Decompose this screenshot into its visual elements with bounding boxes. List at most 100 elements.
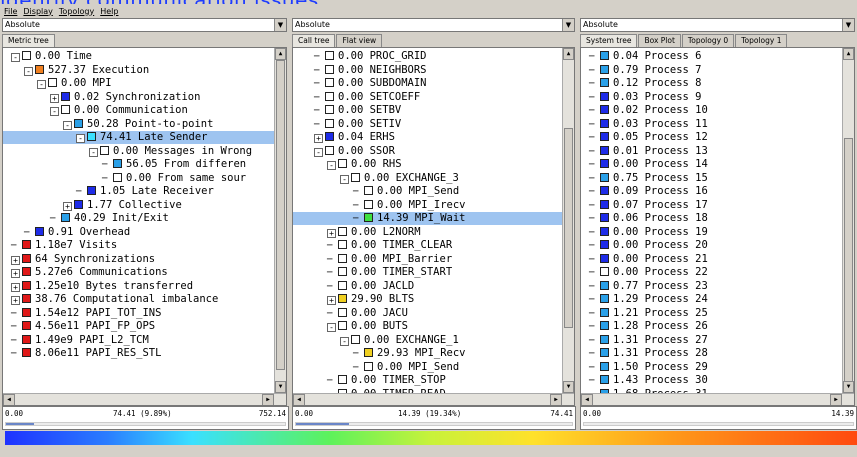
tab-box-plot[interactable]: Box Plot <box>638 34 681 47</box>
tree-row[interactable]: ─ 0.00 JACU <box>327 307 408 320</box>
scroll-left-icon[interactable]: ◀ <box>293 394 305 405</box>
vertical-scrollbar[interactable]: ▲ ▼ <box>274 48 286 393</box>
tree-row[interactable]: +0.00 L2NORM <box>327 226 421 239</box>
collapse-icon[interactable]: - <box>37 80 46 89</box>
tree-row[interactable]: ─ 0.00 SUBDOMAIN <box>314 77 427 90</box>
tree-row[interactable]: ─ 0.01 Process 13 <box>589 145 708 158</box>
tree-row[interactable]: ─ 1.31 Process 27 <box>589 334 708 347</box>
tree-row[interactable]: ─ 0.00 Process 21 <box>589 253 708 266</box>
collapse-icon[interactable]: - <box>327 323 336 332</box>
scroll-up-icon[interactable]: ▲ <box>275 48 286 60</box>
collapse-icon[interactable]: - <box>76 134 85 143</box>
tree-row[interactable]: ─ 1.43 Process 30 <box>589 374 708 387</box>
tree-row[interactable]: +64 Synchronizations <box>11 253 155 266</box>
collapse-icon[interactable]: - <box>340 336 349 346</box>
horizontal-scrollbar[interactable]: ◀ ▶ <box>581 393 854 405</box>
collapse-icon[interactable]: - <box>50 107 59 116</box>
tree-row[interactable]: ─ 0.03 Process 9 <box>589 91 702 104</box>
tree-row[interactable]: ─ 1.50 Process 29 <box>589 361 708 374</box>
tree-row[interactable]: - 50.28 Point-to-point <box>63 118 213 131</box>
tree-row[interactable]: +38.76 Computational imbalance <box>11 293 218 306</box>
tree-row[interactable]: - 0.00 RHS <box>327 158 402 171</box>
scroll-left-icon[interactable]: ◀ <box>3 394 15 405</box>
tree-row[interactable]: ─ 0.12 Process 8 <box>589 77 702 90</box>
vertical-scrollbar[interactable]: ▲ ▼ <box>562 48 574 393</box>
scroll-thumb[interactable] <box>276 60 285 370</box>
tree-row[interactable]: ─ 0.00 From same sour <box>102 172 246 185</box>
tree-row[interactable]: ─ 1.05 Late Receiver <box>76 185 214 198</box>
system-mode-select[interactable]: Absolute ▼ <box>580 18 855 32</box>
menu-display[interactable]: Display <box>23 7 53 16</box>
tree-row[interactable]: ─ 0.00 Process 22 <box>589 266 708 279</box>
tree-row[interactable]: - 0.00 BUTS <box>327 320 408 333</box>
tree-row[interactable]: ─ 0.79 Process 7 <box>589 64 702 77</box>
collapse-icon[interactable]: - <box>327 161 336 170</box>
tree-row[interactable]: +1.25e10 Bytes transferred <box>11 280 193 293</box>
tree-row[interactable]: ─ 1.54e12 PAPI_TOT_INS <box>11 307 161 320</box>
tree-row[interactable]: - 0.00 MPI <box>37 77 112 90</box>
tree-row[interactable]: ─ 0.09 Process 16 <box>589 185 708 198</box>
tree-row[interactable]: ─ 4.56e11 PAPI_FP_OPS <box>11 320 155 333</box>
scroll-up-icon[interactable]: ▲ <box>563 48 574 60</box>
menu-help[interactable]: Help <box>100 7 118 16</box>
tab-topology-1[interactable]: Topology 1 <box>735 34 788 47</box>
tab-metric-tree[interactable]: Metric tree <box>2 34 55 47</box>
tree-row[interactable]: ─ 0.00 SETIV <box>314 118 401 131</box>
tree-row[interactable]: ─ 0.00 Process 14 <box>589 158 708 171</box>
tree-row[interactable]: ─ 0.07 Process 17 <box>589 199 708 212</box>
expand-icon[interactable]: + <box>327 228 336 238</box>
tree-row[interactable]: ─ 0.02 Process 10 <box>589 104 708 117</box>
tree-row[interactable]: - 0.00 Messages in Wrong <box>89 145 252 158</box>
collapse-icon[interactable]: - <box>11 53 20 62</box>
scroll-down-icon[interactable]: ▼ <box>275 381 286 393</box>
collapse-icon[interactable]: - <box>314 147 323 157</box>
tree-row[interactable]: +0.04 ERHS <box>314 131 395 144</box>
expand-icon[interactable]: + <box>11 269 20 278</box>
collapse-icon[interactable]: - <box>340 174 349 184</box>
tree-row[interactable]: ─ 0.00 SETCOEFF <box>314 91 420 104</box>
tab-system-tree[interactable]: System tree <box>580 34 638 47</box>
tree-row[interactable]: ─ 0.00 SETBV <box>314 104 401 117</box>
expand-icon[interactable]: + <box>11 255 20 265</box>
tree-row[interactable]: ─ 0.00 MPI_Send <box>353 361 459 374</box>
scroll-right-icon[interactable]: ▶ <box>262 394 274 405</box>
tree-row[interactable]: +1.77 Collective <box>63 199 182 212</box>
tree-row[interactable]: ─ 56.05 From differen <box>102 158 246 171</box>
tree-row[interactable]: ─ 0.06 Process 18 <box>589 212 708 225</box>
tree-row[interactable]: ─ 1.29 Process 24 <box>589 293 708 306</box>
tree-row[interactable]: ─ 0.00 MPI_Send <box>353 185 459 198</box>
dropdown-arrow-icon[interactable]: ▼ <box>562 19 574 31</box>
tree-row[interactable]: ─ 40.29 Init/Exit <box>50 212 169 225</box>
tree-row[interactable]: ─ 1.18e7 Visits <box>11 239 117 252</box>
tree-row[interactable]: ─ 29.93 MPI_Recv <box>353 347 466 360</box>
tab-call-tree[interactable]: Call tree <box>292 34 336 47</box>
tree-row[interactable]: - 0.00 Communication <box>50 104 188 117</box>
expand-icon[interactable]: + <box>327 296 336 305</box>
tree-row[interactable]: ─ 0.00 JACLD <box>327 280 414 293</box>
tree-row[interactable]: ─ 0.00 TIMER_STOP <box>327 374 446 387</box>
dropdown-arrow-icon[interactable]: ▼ <box>274 19 286 31</box>
tree-row[interactable]: ─ 1.28 Process 26 <box>589 320 708 333</box>
dropdown-arrow-icon[interactable]: ▼ <box>842 19 854 31</box>
collapse-icon[interactable]: - <box>63 120 72 130</box>
tree-row[interactable]: +0.02 Synchronization <box>50 91 200 104</box>
menu-topology[interactable]: Topology <box>59 7 94 16</box>
expand-icon[interactable]: + <box>11 296 20 305</box>
tree-row[interactable]: ─ 0.00 MPI_Irecv <box>353 199 466 212</box>
expand-icon[interactable]: + <box>314 134 323 143</box>
tab-flat-view[interactable]: Flat view <box>336 34 383 47</box>
tree-row[interactable]: ─ 1.49e9 PAPI_L2_TCM <box>11 334 149 347</box>
tree-row[interactable]: ─ 14.39 MPI_Wait <box>293 212 562 225</box>
tree-row[interactable]: ─ 0.04 Process 6 <box>589 50 702 63</box>
tab-topology-0[interactable]: Topology 0 <box>681 34 735 47</box>
vertical-scrollbar[interactable]: ▲ ▼ <box>842 48 854 393</box>
tree-row[interactable]: ─ 0.75 Process 15 <box>589 172 708 185</box>
scroll-down-icon[interactable]: ▼ <box>843 381 854 393</box>
tree-row[interactable]: ─ 0.00 Process 19 <box>589 226 708 239</box>
tree-row[interactable]: ─ 0.00 TIMER_START <box>327 266 452 279</box>
scroll-down-icon[interactable]: ▼ <box>563 381 574 393</box>
scroll-thumb[interactable] <box>564 128 573 328</box>
horizontal-scrollbar[interactable]: ◀ ▶ <box>3 393 286 405</box>
tree-row[interactable]: ─ 0.00 MPI_Barrier <box>327 253 452 266</box>
tree-row[interactable]: - 527.37 Execution <box>24 64 149 77</box>
